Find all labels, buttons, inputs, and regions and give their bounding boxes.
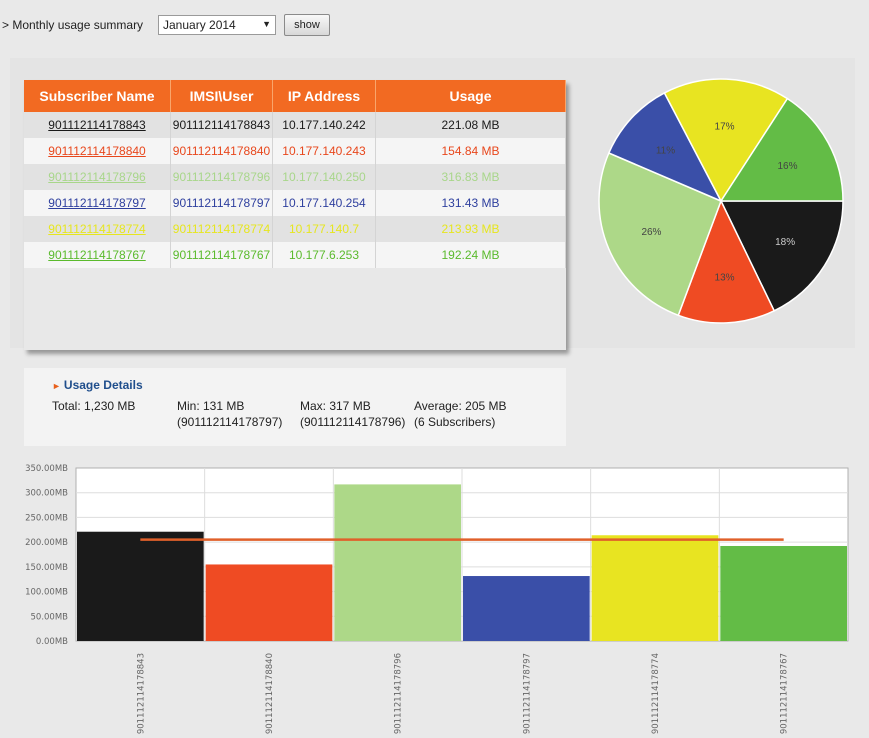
usage-bar-chart: 0.00MB 50.00MB 100.00MB 150.00MB 200.00MB 250… <box>0 458 860 735</box>
max-value: Max: 317 MB <box>300 399 371 413</box>
bar[interactable] <box>334 484 461 641</box>
bar-chart-svg: 0.00MB 50.00MB 100.00MB 150.00MB 200.00MB 250… <box>25 464 849 734</box>
subscriber-name-link[interactable]: 901112114178796 <box>24 164 171 190</box>
pie-slice-label: 13% <box>715 273 735 284</box>
average-value: Average: 205 MB <box>414 399 507 413</box>
usage-cell: 221.08 MB <box>375 112 566 138</box>
usage-details-panel: ► Usage Details Total: 1,230 MB Min: 131 … <box>24 368 566 446</box>
show-button[interactable]: show <box>284 14 330 36</box>
x-tick-label: 901112114178840 <box>265 653 275 734</box>
y-tick-label: 0.00MB <box>36 637 68 647</box>
ip-address-cell: 10.177.140.242 <box>272 112 376 138</box>
x-tick-label: 901112114178774 <box>651 653 661 734</box>
x-tick-label: 901112114178767 <box>780 653 790 734</box>
table-row: 901112114178796 901112114178796 10.177.140… <box>24 164 566 190</box>
min-subscriber: (901112114178797) <box>177 415 283 429</box>
ip-address-cell: 10.177.6.253 <box>272 242 376 268</box>
x-tick-label: 901112114178796 <box>394 653 404 734</box>
pie-slice-label: 18% <box>775 237 795 248</box>
y-tick-label: 100.00MB <box>25 588 68 598</box>
ip-address-cell: 10.177.140.250 <box>272 164 376 190</box>
x-tick-label: 901112114178797 <box>522 653 532 734</box>
column-header-subscriber-name[interactable]: Subscriber Name <box>24 80 171 112</box>
total-usage: Total: 1,230 MB <box>52 398 135 414</box>
usage-cell: 316.83 MB <box>375 164 566 190</box>
y-tick-label: 150.00MB <box>25 563 68 573</box>
table-row: 901112114178797 901112114178797 10.177.140… <box>24 190 566 216</box>
y-tick-label: 50.00MB <box>31 612 69 622</box>
min-usage: Min: 131 MB (901112114178797) <box>177 398 282 430</box>
subscriber-table-card: Subscriber Name IMSI\User IP Address Usa… <box>24 80 566 350</box>
imsi-cell: 901112114178796 <box>170 164 273 190</box>
subscriber-name-link[interactable]: 901112114178797 <box>24 190 171 216</box>
bar[interactable] <box>463 576 590 641</box>
table-row: 901112114178843 901112114178843 10.177.140… <box>24 112 566 138</box>
total-value: Total: 1,230 MB <box>52 399 136 413</box>
usage-cell: 154.84 MB <box>375 138 566 164</box>
ip-address-cell: 10.177.140.254 <box>272 190 376 216</box>
month-select[interactable]: January 2014 ▼ <box>158 15 276 35</box>
pie-slice-label: 16% <box>777 161 797 172</box>
summary-label: > Monthly usage summary <box>2 18 144 32</box>
subscriber-name-link[interactable]: 901112114178840 <box>24 138 171 164</box>
caret-down-icon[interactable]: ▼ <box>262 19 271 29</box>
subscriber-name-link[interactable]: 901112114178767 <box>24 242 171 268</box>
pie-slice-label: 11% <box>656 146 675 157</box>
triangle-right-icon: ► <box>52 381 61 391</box>
average-subscribers: (6 Subscribers) <box>414 415 496 429</box>
y-tick-label: 350.00MB <box>25 464 68 474</box>
pie-slice-label: 17% <box>715 121 735 132</box>
min-value: Min: 131 MB <box>177 399 245 413</box>
usage-cell: 192.24 MB <box>375 242 566 268</box>
y-tick-label: 250.00MB <box>25 513 68 523</box>
imsi-cell: 901112114178840 <box>170 138 273 164</box>
column-header-imsi[interactable]: IMSI\User <box>170 80 273 112</box>
y-tick-label: 300.00MB <box>25 489 68 499</box>
usage-cell: 213.93 MB <box>375 216 566 242</box>
max-usage: Max: 317 MB (901112114178796) <box>300 398 405 430</box>
bar[interactable] <box>591 535 719 641</box>
y-tick-label: 200.00MB <box>25 538 68 548</box>
usage-details-title-text: Usage Details <box>63 378 143 392</box>
subscriber-name-link[interactable]: 901112114178843 <box>24 112 171 138</box>
imsi-cell: 901112114178843 <box>170 112 273 138</box>
subscriber-name-link[interactable]: 901112114178774 <box>24 216 171 242</box>
x-tick-label: 901112114178843 <box>136 653 146 734</box>
bar[interactable] <box>720 545 847 641</box>
column-header-ip-address[interactable]: IP Address <box>272 80 376 112</box>
ip-address-cell: 10.177.140.243 <box>272 138 376 164</box>
usage-cell: 131.43 MB <box>375 190 566 216</box>
pie-slice-label: 26% <box>641 227 661 238</box>
subscriber-table: Subscriber Name IMSI\User IP Address Usa… <box>24 80 566 268</box>
average-usage: Average: 205 MB (6 Subscribers) <box>414 398 507 430</box>
pie-svg: 18% 13% 26% 11% 17% 16% <box>598 78 844 324</box>
table-row: 901112114178774 901112114178774 10.177.140… <box>24 216 566 242</box>
max-subscriber: (901112114178796) <box>300 415 406 429</box>
imsi-cell: 901112114178774 <box>170 216 273 242</box>
imsi-cell: 901112114178797 <box>170 190 273 216</box>
bar[interactable] <box>77 531 204 641</box>
usage-pie-chart: 18% 13% 26% 11% 17% 16% <box>598 78 844 324</box>
table-row: 901112114178840 901112114178840 10.177.140… <box>24 138 566 164</box>
month-value: January 2014 <box>163 18 236 32</box>
ip-address-cell: 10.177.140.7 <box>272 216 376 242</box>
column-header-usage[interactable]: Usage <box>375 80 566 112</box>
imsi-cell: 901112114178767 <box>170 242 273 268</box>
bar[interactable] <box>205 564 333 641</box>
usage-details-title[interactable]: ► Usage Details <box>52 378 143 392</box>
table-row: 901112114178767 901112114178767 10.177.6.2… <box>24 242 566 268</box>
toolbar: > Monthly usage summary January 2014 ▼ s… <box>0 8 855 48</box>
